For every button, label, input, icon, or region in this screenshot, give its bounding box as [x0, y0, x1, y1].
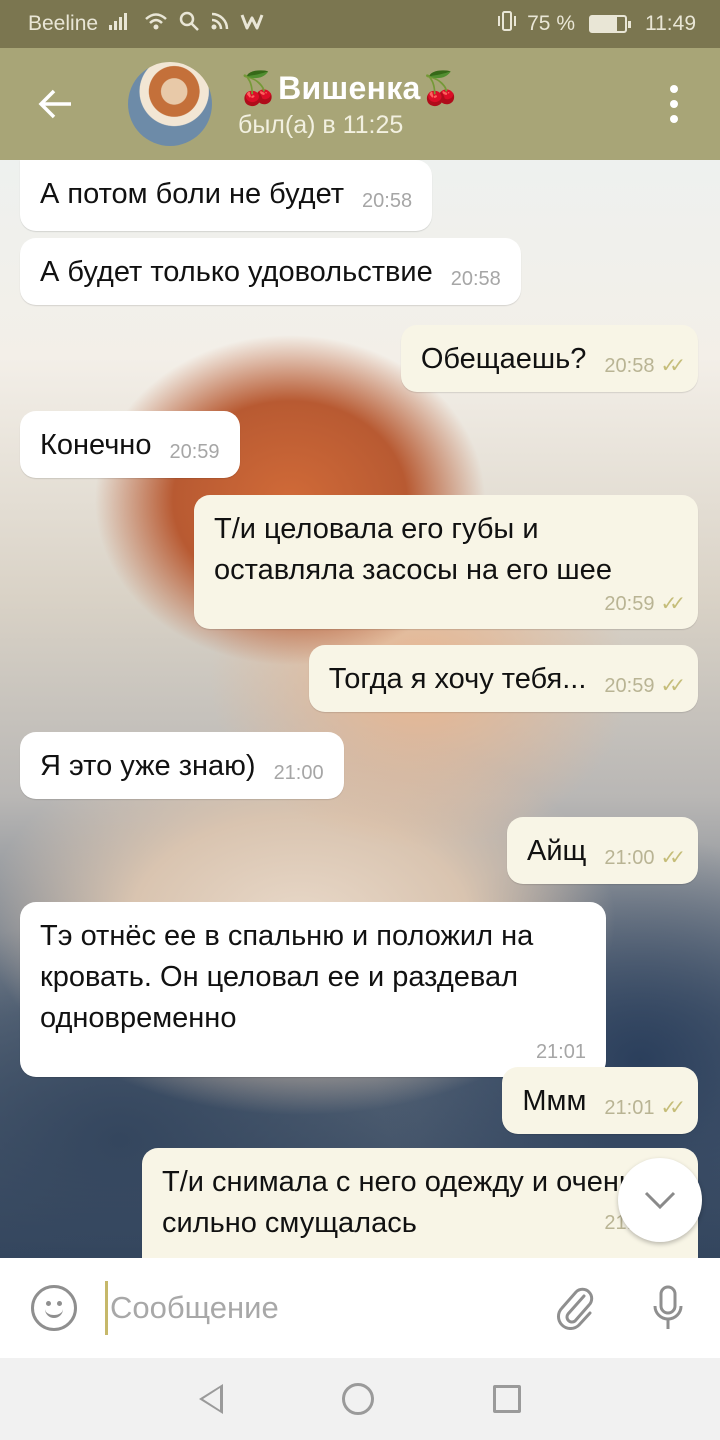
vibrate-icon [497, 10, 517, 38]
message-bubble[interactable]: А потом боли не будет 20:58 [20, 160, 433, 231]
message-bubble[interactable]: Конечно 20:59 [20, 411, 240, 478]
message-time: 20:59 [604, 593, 655, 615]
signal-icon [108, 11, 134, 37]
avatar[interactable] [128, 62, 212, 146]
nav-home-icon[interactable] [341, 1383, 374, 1415]
double-check-icon: ✓✓ [660, 355, 685, 377]
message-time: 21:01 [604, 1097, 655, 1119]
message-time: 21:00 [273, 762, 324, 784]
double-check-icon: ✓✓ [660, 1097, 685, 1119]
microphone-button[interactable] [648, 1282, 688, 1334]
battery-percent: 75 % [527, 12, 575, 35]
attach-button[interactable] [556, 1284, 596, 1332]
double-check-icon: ✓✓ [660, 593, 685, 615]
message-text: Тэ отнёс ее в спальню и положил на крова… [40, 920, 534, 1034]
chevron-down-icon [644, 1191, 676, 1210]
message-text: Конечно [40, 429, 152, 461]
double-check-icon: ✓✓ [660, 675, 685, 697]
smile-icon[interactable] [31, 1285, 77, 1331]
message-bubble[interactable]: Обещаешь? 20:58 ✓✓ [400, 325, 698, 392]
message-text: А потом боли не будет [40, 178, 345, 210]
message-bubble[interactable]: Ммм 21:01 ✓✓ [502, 1067, 698, 1134]
message-bubble[interactable]: Тэ отнёс ее в спальню и положил на крова… [20, 902, 606, 1077]
search-status-icon [178, 10, 200, 38]
app-w-icon [240, 11, 264, 37]
last-seen-status: был(а) в 11:25 [238, 110, 404, 139]
rss-icon [210, 11, 230, 37]
chat-title: 🍒Вишенка🍒 [238, 69, 461, 106]
microphone-icon [653, 1285, 683, 1329]
scroll-down-button[interactable] [618, 1158, 702, 1242]
chat-header: 🍒Вишенка🍒 был(а) в 11:25 [0, 48, 720, 160]
message-time: 21:00 [604, 847, 655, 869]
message-bubble[interactable]: Т/и целовала его губы и оставляла засосы… [194, 495, 698, 629]
chat-info[interactable]: 🍒Вишенка🍒 был(а) в 11:25 [238, 69, 461, 140]
message-time: 20:58 [450, 268, 501, 290]
message-text: Т/и целовала его губы и оставляла засосы… [214, 513, 612, 586]
message-bubble[interactable]: А будет только удовольствие 20:58 [20, 238, 521, 305]
message-bubble[interactable]: Т/и снимала с него одежду и очень сильно… [142, 1148, 698, 1258]
wifi-icon [144, 11, 168, 37]
message-text: Обещаешь? [420, 343, 587, 375]
more-menu-button[interactable] [654, 78, 694, 130]
more-vertical-icon [670, 85, 678, 93]
message-time: 20:58 [604, 355, 655, 377]
system-navigation-bar [0, 1358, 720, 1440]
nav-back-icon[interactable] [199, 1384, 224, 1414]
message-bubble[interactable]: Айщ 21:00 ✓✓ [507, 817, 698, 884]
message-input[interactable] [105, 1281, 525, 1335]
message-time: 20:59 [604, 675, 655, 697]
message-composer [0, 1258, 720, 1358]
arrow-left-icon [38, 89, 71, 119]
chat-area[interactable]: А потом боли не будет 20:58 А будет толь… [0, 160, 720, 1258]
clock: 11:49 [645, 12, 696, 35]
double-check-icon: ✓✓ [660, 847, 685, 869]
message-time: 20:58 [362, 190, 413, 212]
message-bubble[interactable]: Тогда я хочу тебя... 20:59 ✓✓ [308, 645, 698, 712]
message-text: Я это уже знаю) [40, 750, 256, 782]
message-text: А будет только удовольствие [40, 256, 433, 288]
message-text: Тогда я хочу тебя... [328, 663, 587, 695]
paperclip-icon [557, 1287, 594, 1330]
message-time: 21:01 [535, 1041, 586, 1063]
carrier-label: Beeline [28, 12, 99, 35]
message-time: 20:59 [169, 441, 220, 463]
back-button[interactable] [0, 48, 110, 160]
status-bar: Beeline 75 % 11:49 [0, 0, 720, 48]
message-text: Ммм [522, 1085, 587, 1117]
message-bubble[interactable]: Я это уже знаю) 21:00 [20, 732, 344, 799]
battery-icon [589, 15, 631, 33]
message-text: Айщ [527, 835, 587, 867]
nav-recents-icon[interactable] [492, 1385, 521, 1413]
